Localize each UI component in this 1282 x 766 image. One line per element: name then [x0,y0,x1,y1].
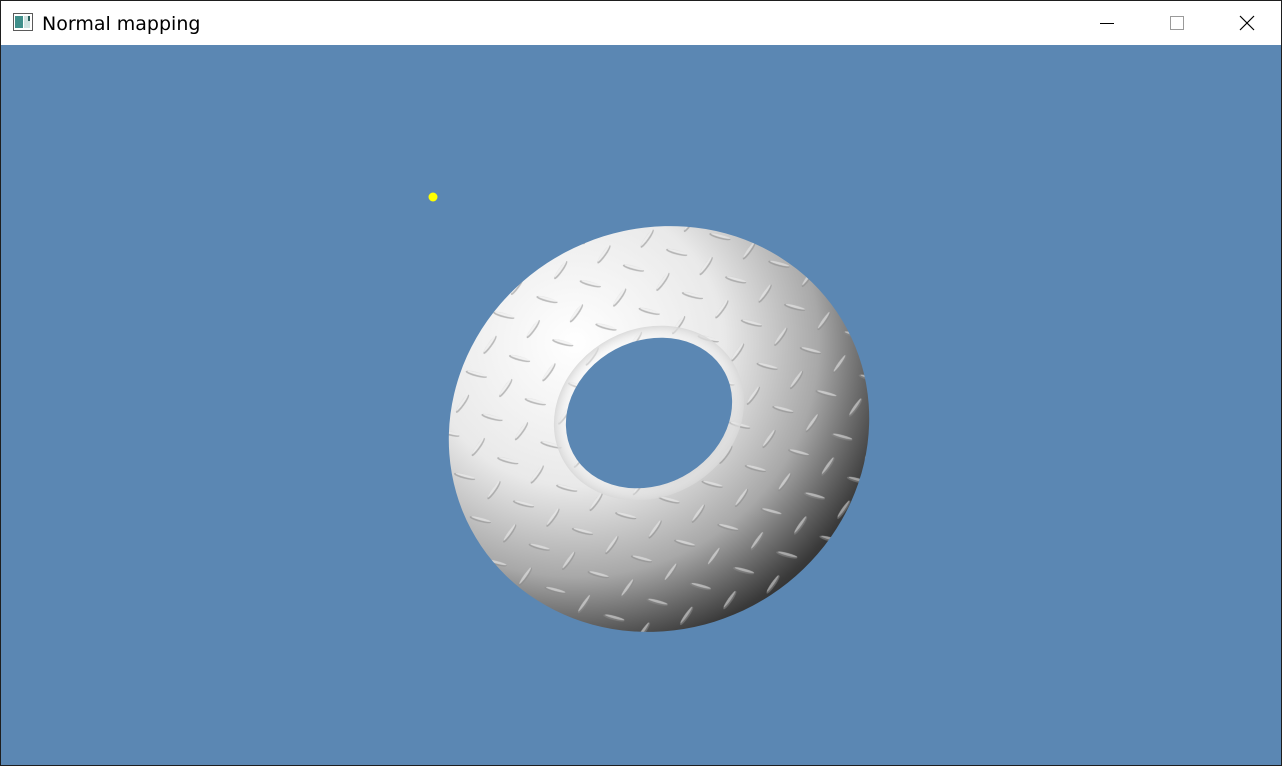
close-button[interactable] [1212,1,1282,45]
minimize-button[interactable] [1072,1,1142,45]
render-viewport[interactable] [1,45,1281,765]
light-source-marker [428,192,438,202]
torus-mesh [421,205,901,665]
minimize-icon [1100,23,1114,24]
window-title: Normal mapping [42,13,201,35]
maximize-button[interactable] [1142,1,1212,45]
app-icon [13,13,33,31]
title-bar[interactable]: Normal mapping [1,1,1281,45]
app-window: Normal mapping [0,0,1282,766]
close-icon [1239,15,1255,31]
maximize-icon [1170,16,1184,30]
scene-canvas [421,192,901,665]
